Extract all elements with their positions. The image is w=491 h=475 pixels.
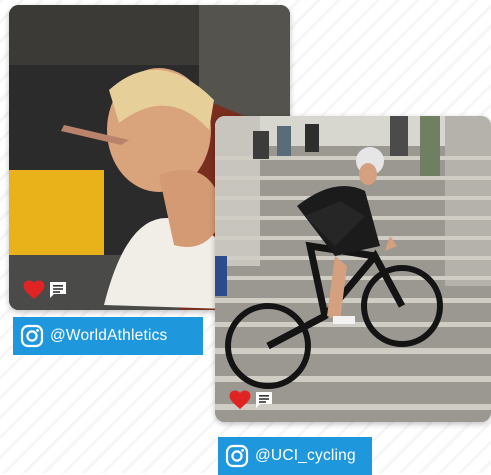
heart-icon[interactable]	[229, 390, 251, 410]
heart-icon[interactable]	[23, 280, 45, 300]
comment-icon[interactable]	[49, 281, 67, 299]
post-photo-cyclist-stairs	[215, 116, 491, 422]
post-actions	[23, 280, 67, 300]
instagram-icon	[20, 324, 44, 348]
instagram-handle-tag-worldathletics[interactable]: @WorldAthletics	[13, 317, 203, 355]
instagram-handle-tag-uci-cycling[interactable]: @UCI_cycling	[218, 437, 372, 475]
comment-icon[interactable]	[255, 391, 273, 409]
handle-text: @UCI_cycling	[255, 447, 356, 464]
handle-text: @WorldAthletics	[50, 327, 168, 344]
post-card-uci-cycling[interactable]	[215, 116, 491, 422]
post-actions	[229, 390, 273, 410]
instagram-icon	[225, 444, 249, 468]
